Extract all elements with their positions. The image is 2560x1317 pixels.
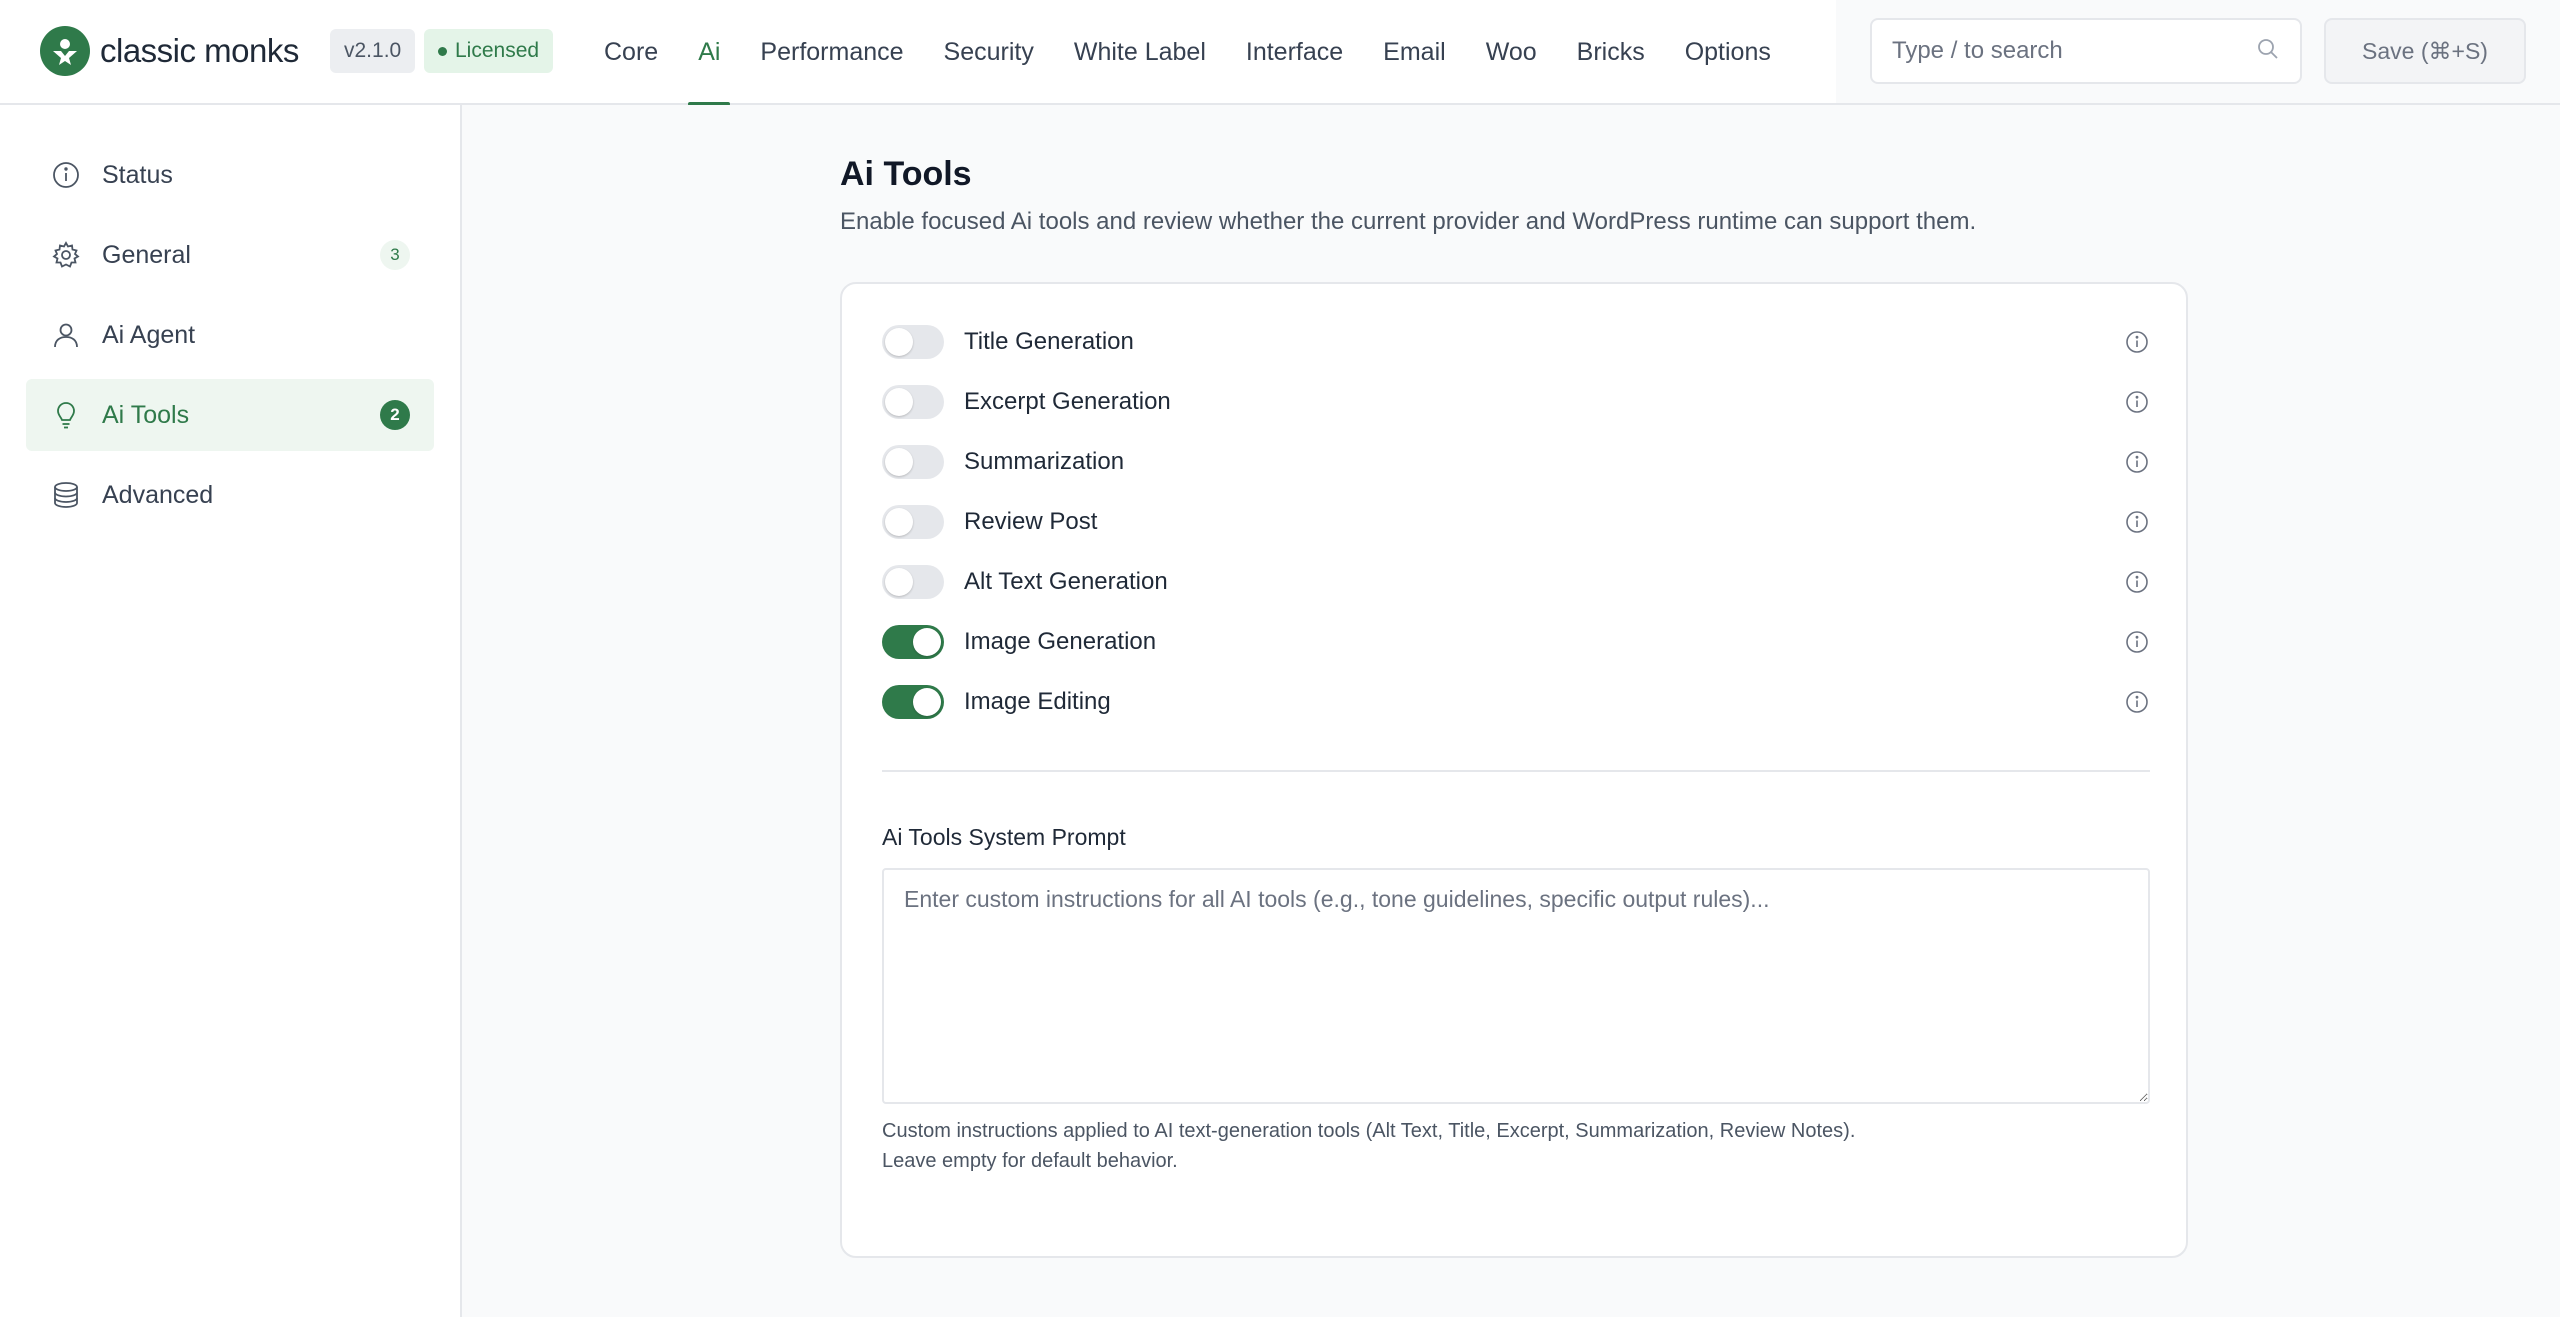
sidebar-item-label: Ai Tools	[102, 400, 190, 429]
nav-tab-security[interactable]: Security	[924, 0, 1054, 105]
nav-tab-ai[interactable]: Ai	[678, 0, 740, 105]
license-badge: Licensed	[424, 29, 554, 73]
sidebar-item-label: Advanced	[102, 480, 214, 509]
tool-label: Image Generation	[964, 628, 1157, 655]
info-icon[interactable]	[2124, 329, 2150, 355]
toggle-image-generation[interactable]	[882, 625, 944, 659]
tool-label: Excerpt Generation	[964, 388, 1171, 415]
tool-row-summarization: Summarization	[882, 442, 2150, 482]
toggle-knob	[885, 568, 913, 596]
page-title: Ai Tools	[840, 155, 972, 193]
brand-logo-icon	[40, 26, 90, 76]
section-divider	[882, 770, 2150, 772]
info-icon[interactable]	[2124, 449, 2150, 475]
nav-tab-email[interactable]: Email	[1363, 0, 1466, 105]
tool-row-review-post: Review Post	[882, 502, 2150, 542]
info-icon[interactable]	[2124, 689, 2150, 715]
nav-tab-options[interactable]: Options	[1665, 0, 1791, 105]
top-header: classic monks v2.1.0 Licensed Core Ai Pe…	[0, 0, 2560, 105]
license-label: Licensed	[455, 39, 540, 62]
toggle-knob	[913, 628, 941, 656]
count-badge: 2	[380, 400, 410, 430]
toggle-knob	[885, 328, 913, 356]
info-icon[interactable]	[2124, 389, 2150, 415]
license-dot-icon	[438, 46, 447, 56]
count-badge: 3	[380, 240, 410, 270]
sidebar: Status General 3 Ai Agent Ai Tools 2 Adv…	[0, 105, 462, 1317]
user-icon	[50, 319, 82, 351]
tool-row-image-generation: Image Generation	[882, 622, 2150, 662]
sidebar-item-status[interactable]: Status	[26, 139, 434, 211]
gear-icon	[50, 239, 82, 271]
nav-tab-bricks[interactable]: Bricks	[1557, 0, 1665, 105]
nav-tab-white-label[interactable]: White Label	[1054, 0, 1226, 105]
tool-row-excerpt-generation: Excerpt Generation	[882, 382, 2150, 422]
search-icon[interactable]	[2256, 37, 2280, 66]
brand-name: classic monks	[100, 32, 299, 69]
version-badge: v2.1.0	[330, 29, 416, 73]
toggle-image-editing[interactable]	[882, 685, 944, 719]
info-icon[interactable]	[2124, 569, 2150, 595]
toggle-knob	[885, 388, 913, 416]
top-nav: Core Ai Performance Security White Label…	[584, 0, 1834, 105]
tool-label: Review Post	[964, 508, 1098, 535]
toggle-summarization[interactable]	[882, 445, 944, 479]
sidebar-item-advanced[interactable]: Advanced	[26, 459, 434, 531]
sidebar-item-general[interactable]: General 3	[26, 219, 434, 291]
sidebar-item-ai-tools[interactable]: Ai Tools 2	[26, 379, 434, 451]
toggle-review-post[interactable]	[882, 505, 944, 539]
info-icon	[50, 159, 82, 191]
system-prompt-help: Custom instructions applied to AI text-g…	[882, 1120, 1856, 1142]
nav-tab-interface[interactable]: Interface	[1226, 0, 1363, 105]
toggle-alt-text-generation[interactable]	[882, 565, 944, 599]
toggle-knob	[913, 688, 941, 716]
page-description: Enable focused Ai tools and review wheth…	[840, 208, 1977, 235]
toggle-knob	[885, 448, 913, 476]
info-icon[interactable]	[2124, 509, 2150, 535]
toggle-knob	[885, 508, 913, 536]
system-prompt-help-default: Leave empty for default behavior.	[882, 1150, 1178, 1172]
tool-row-title-generation: Title Generation	[882, 322, 2150, 362]
brand[interactable]: classic monks	[40, 26, 299, 76]
sidebar-item-label: Status	[102, 160, 173, 189]
tool-row-image-editing: Image Editing	[882, 682, 2150, 722]
tool-label: Summarization	[964, 448, 1125, 475]
system-prompt-textarea[interactable]	[882, 868, 2150, 1104]
search-box[interactable]	[1870, 18, 2302, 84]
system-prompt-label: Ai Tools System Prompt	[882, 824, 1126, 850]
info-icon[interactable]	[2124, 629, 2150, 655]
nav-tab-woo[interactable]: Woo	[1466, 0, 1557, 105]
sidebar-item-label: General	[102, 240, 191, 269]
toggle-title-generation[interactable]	[882, 325, 944, 359]
sidebar-item-ai-agent[interactable]: Ai Agent	[26, 299, 434, 371]
nav-tab-performance[interactable]: Performance	[740, 0, 923, 105]
tool-label: Title Generation	[964, 328, 1134, 355]
tool-row-alt-text-generation: Alt Text Generation	[882, 562, 2150, 602]
nav-tab-core[interactable]: Core	[584, 0, 678, 105]
lightbulb-icon	[50, 399, 82, 431]
sidebar-item-label: Ai Agent	[102, 320, 196, 349]
header-actions: Save (⌘+S)	[1836, 0, 2560, 103]
database-icon	[50, 479, 82, 511]
tool-label: Image Editing	[964, 688, 1111, 715]
search-input[interactable]	[1892, 37, 2256, 65]
save-button[interactable]: Save (⌘+S)	[2324, 18, 2526, 84]
ai-tools-card: Title Generation Excerpt Generation Summ…	[840, 282, 2188, 1258]
tool-label: Alt Text Generation	[964, 568, 1168, 595]
toggle-excerpt-generation[interactable]	[882, 385, 944, 419]
